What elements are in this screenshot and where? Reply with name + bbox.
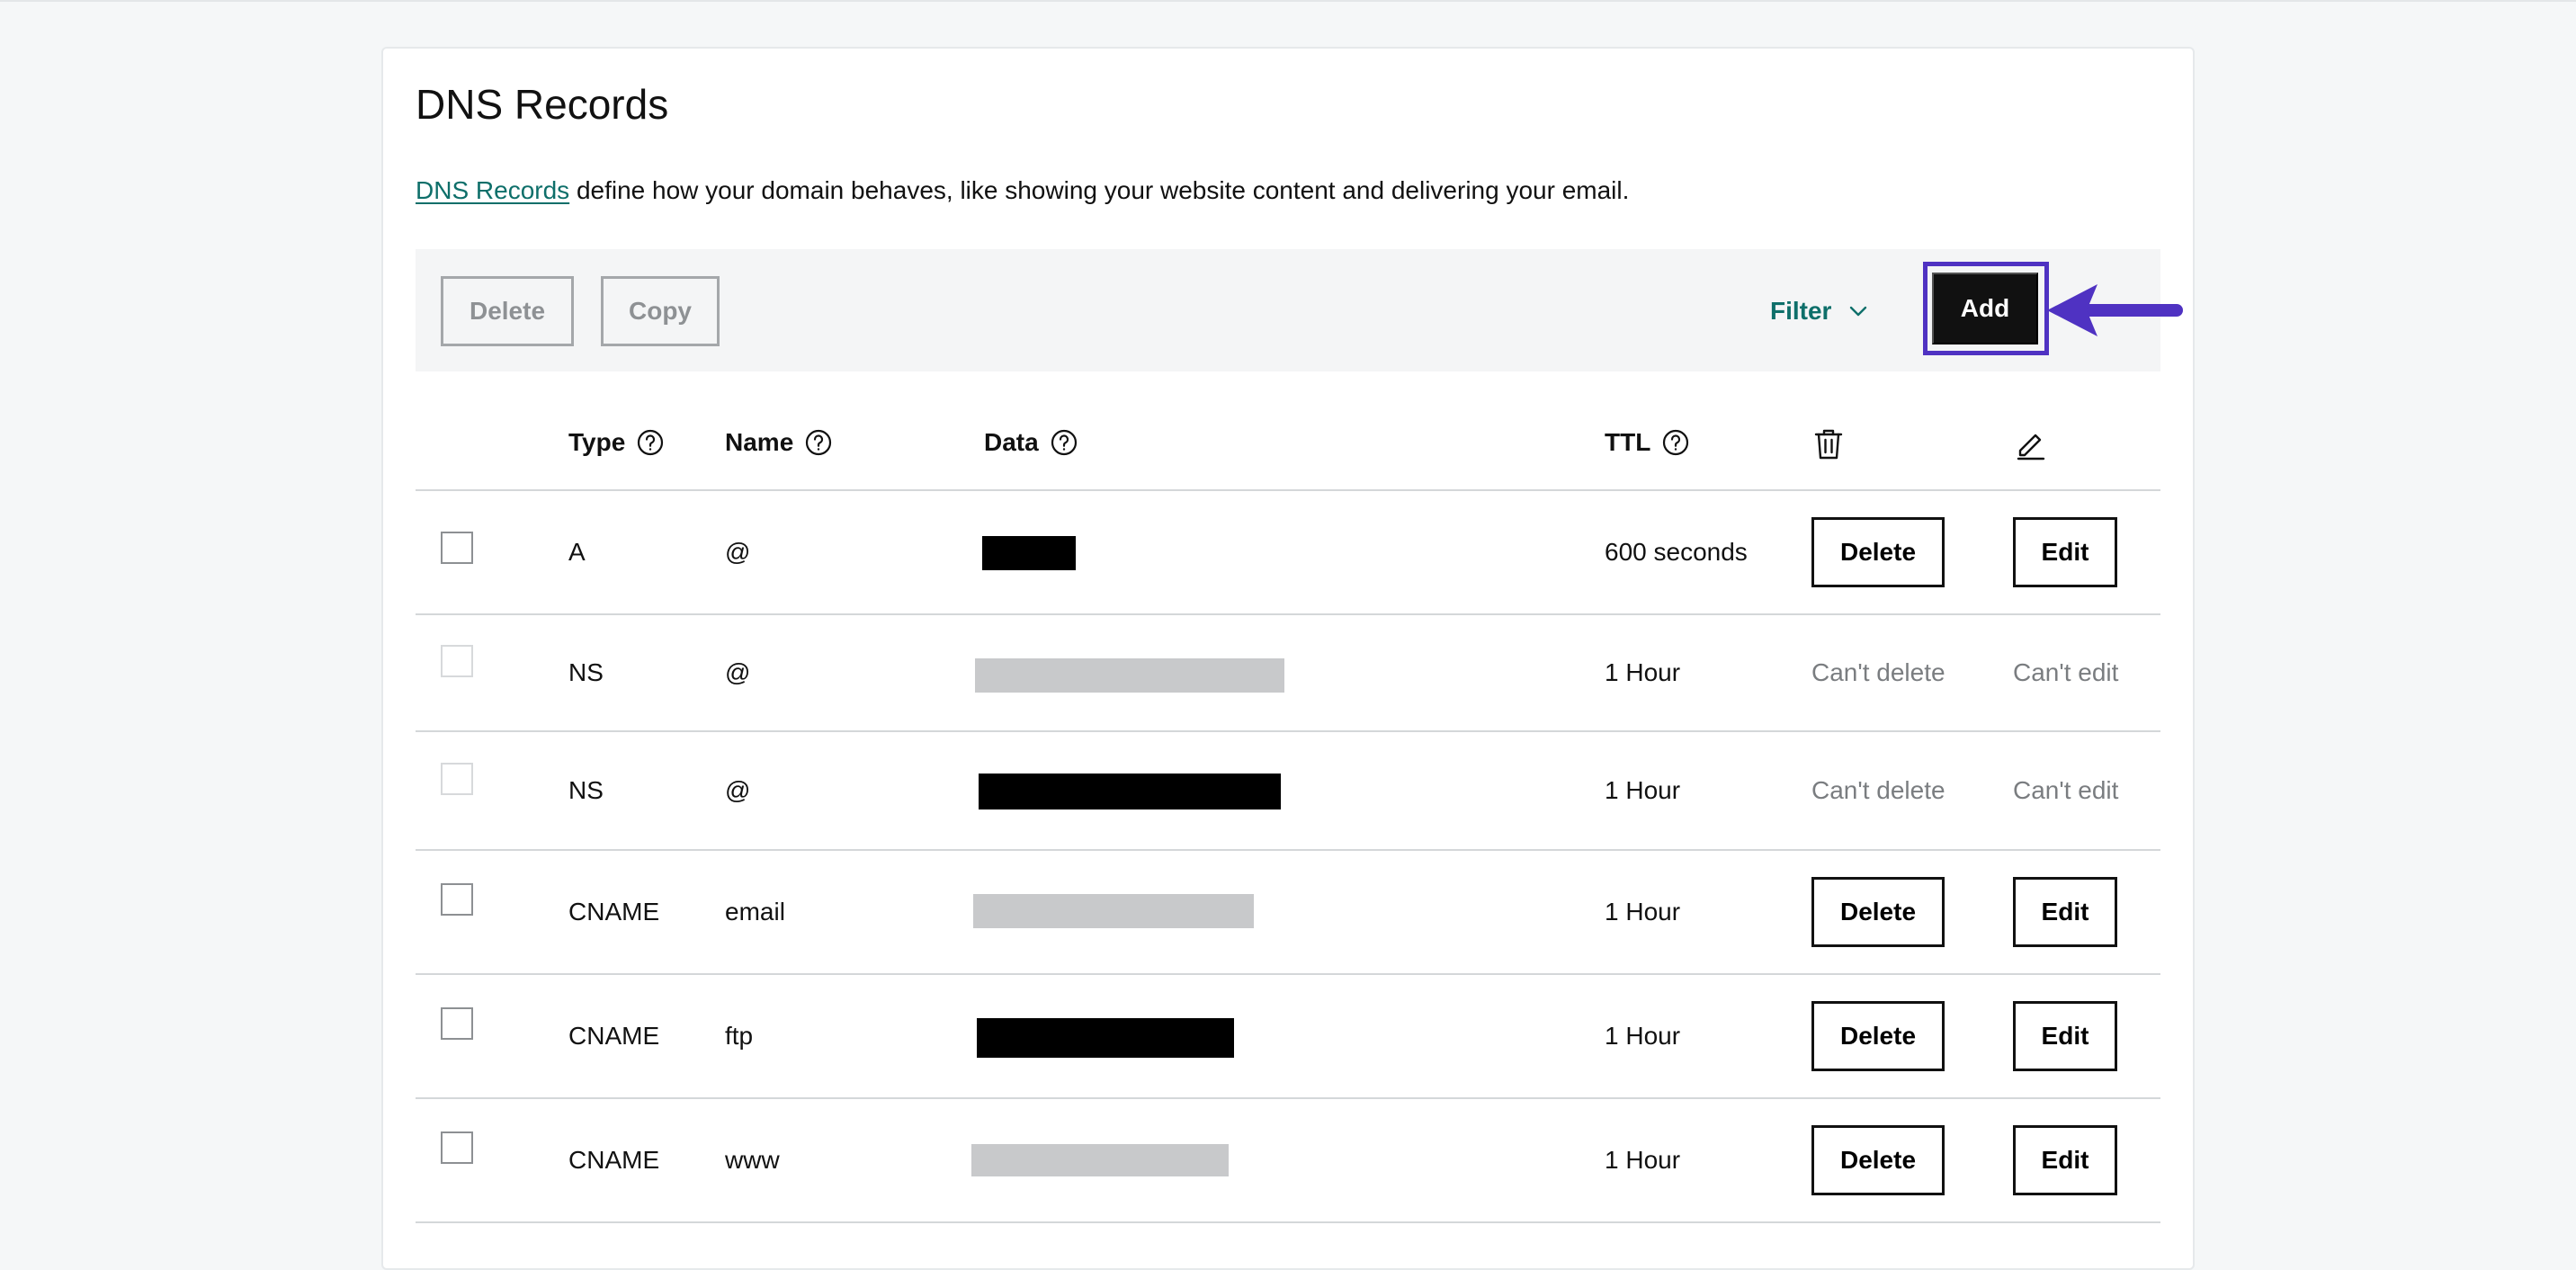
table-row: CNAME www 1 Hour Delete Edit [416,1099,2160,1223]
toolbar: Delete Copy Filter Add [416,249,2160,371]
record-type: NS [568,776,604,804]
table-row: CNAME email 1 Hour Delete Edit [416,851,2160,975]
record-name: @ [725,538,751,566]
header-name: Name [725,428,833,457]
delete-record-button[interactable]: Delete [1811,517,1945,587]
row-checkbox[interactable] [441,1131,473,1164]
redacted-data [975,658,1284,693]
record-ttl: 1 Hour [1605,898,1681,926]
help-circle-icon[interactable] [1050,428,1078,457]
help-circle-icon[interactable] [804,428,833,457]
record-type: CNAME [568,1146,660,1174]
row-checkbox[interactable] [441,532,473,564]
record-name: @ [725,776,751,804]
table-row: NS @ 1 Hour Can't delete Can't edit [416,615,2160,732]
table-row: CNAME ftp 1 Hour Delete Edit [416,975,2160,1099]
bulk-copy-button[interactable]: Copy [601,276,720,346]
record-type: A [568,538,586,566]
edit-record-button[interactable]: Edit [2013,517,2117,587]
chevron-down-icon [1850,306,1867,317]
intro-text: DNS Records define how your domain behav… [416,173,1629,209]
dns-records-table: Type Name Data TTL A @ 600 seconds Delet… [416,394,2160,1223]
intro-description: define how your domain behaves, like sho… [569,176,1630,204]
redacted-data [971,1144,1229,1176]
bulk-delete-button[interactable]: Delete [441,276,574,346]
row-checkbox[interactable] [441,883,473,916]
pointer-arrow-icon [2047,284,2183,336]
add-record-button[interactable]: Add [1932,273,2038,344]
cant-delete-label: Can't delete [1811,658,1945,686]
cant-edit-label: Can't edit [2013,658,2119,686]
page-title: DNS Records [416,81,669,128]
record-type: CNAME [568,898,660,926]
delete-record-button[interactable]: Delete [1811,877,1945,947]
redacted-data [979,774,1281,809]
top-border [0,0,2576,2]
delete-record-button[interactable]: Delete [1811,1001,1945,1071]
record-name: www [725,1146,780,1174]
pencil-icon [2017,434,2045,461]
redacted-data [982,536,1076,570]
cant-delete-label: Can't delete [1811,776,1945,804]
header-ttl: TTL [1605,428,1690,457]
header-ttl-label: TTL [1605,428,1651,456]
filter-dropdown[interactable]: Filter [1770,276,1869,346]
header-type: Type [568,428,665,457]
record-name: ftp [725,1022,754,1050]
filter-label: Filter [1770,297,1832,325]
table-header: Type Name Data TTL [416,394,2160,491]
header-type-label: Type [568,428,626,456]
record-ttl: 1 Hour [1605,776,1681,804]
edit-record-button[interactable]: Edit [2013,1001,2117,1071]
edit-record-button[interactable]: Edit [2013,1125,2117,1195]
record-ttl: 1 Hour [1605,658,1681,686]
table-row: A @ 600 seconds Delete Edit [416,491,2160,615]
record-name: @ [725,658,751,686]
help-circle-icon[interactable] [636,428,665,457]
record-name: email [725,898,785,926]
row-checkbox [441,645,473,677]
header-data: Data [984,428,1078,457]
record-ttl: 1 Hour [1605,1022,1681,1050]
dns-records-link[interactable]: DNS Records [416,176,569,204]
header-data-label: Data [984,428,1039,456]
row-checkbox [441,763,473,795]
header-delete [1813,428,1844,461]
record-type: NS [568,658,604,686]
trash-icon [1814,429,1843,460]
header-name-label: Name [725,428,794,456]
cant-edit-label: Can't edit [2013,776,2119,804]
edit-record-button[interactable]: Edit [2013,877,2117,947]
help-circle-icon[interactable] [1661,428,1690,457]
redacted-data [973,894,1254,928]
header-edit [2015,428,2047,461]
redacted-data [977,1018,1234,1058]
record-ttl: 1 Hour [1605,1146,1681,1174]
row-checkbox[interactable] [441,1007,473,1040]
table-row: NS @ 1 Hour Can't delete Can't edit [416,732,2160,851]
record-type: CNAME [568,1022,660,1050]
record-ttl: 600 seconds [1605,538,1748,566]
delete-record-button[interactable]: Delete [1811,1125,1945,1195]
